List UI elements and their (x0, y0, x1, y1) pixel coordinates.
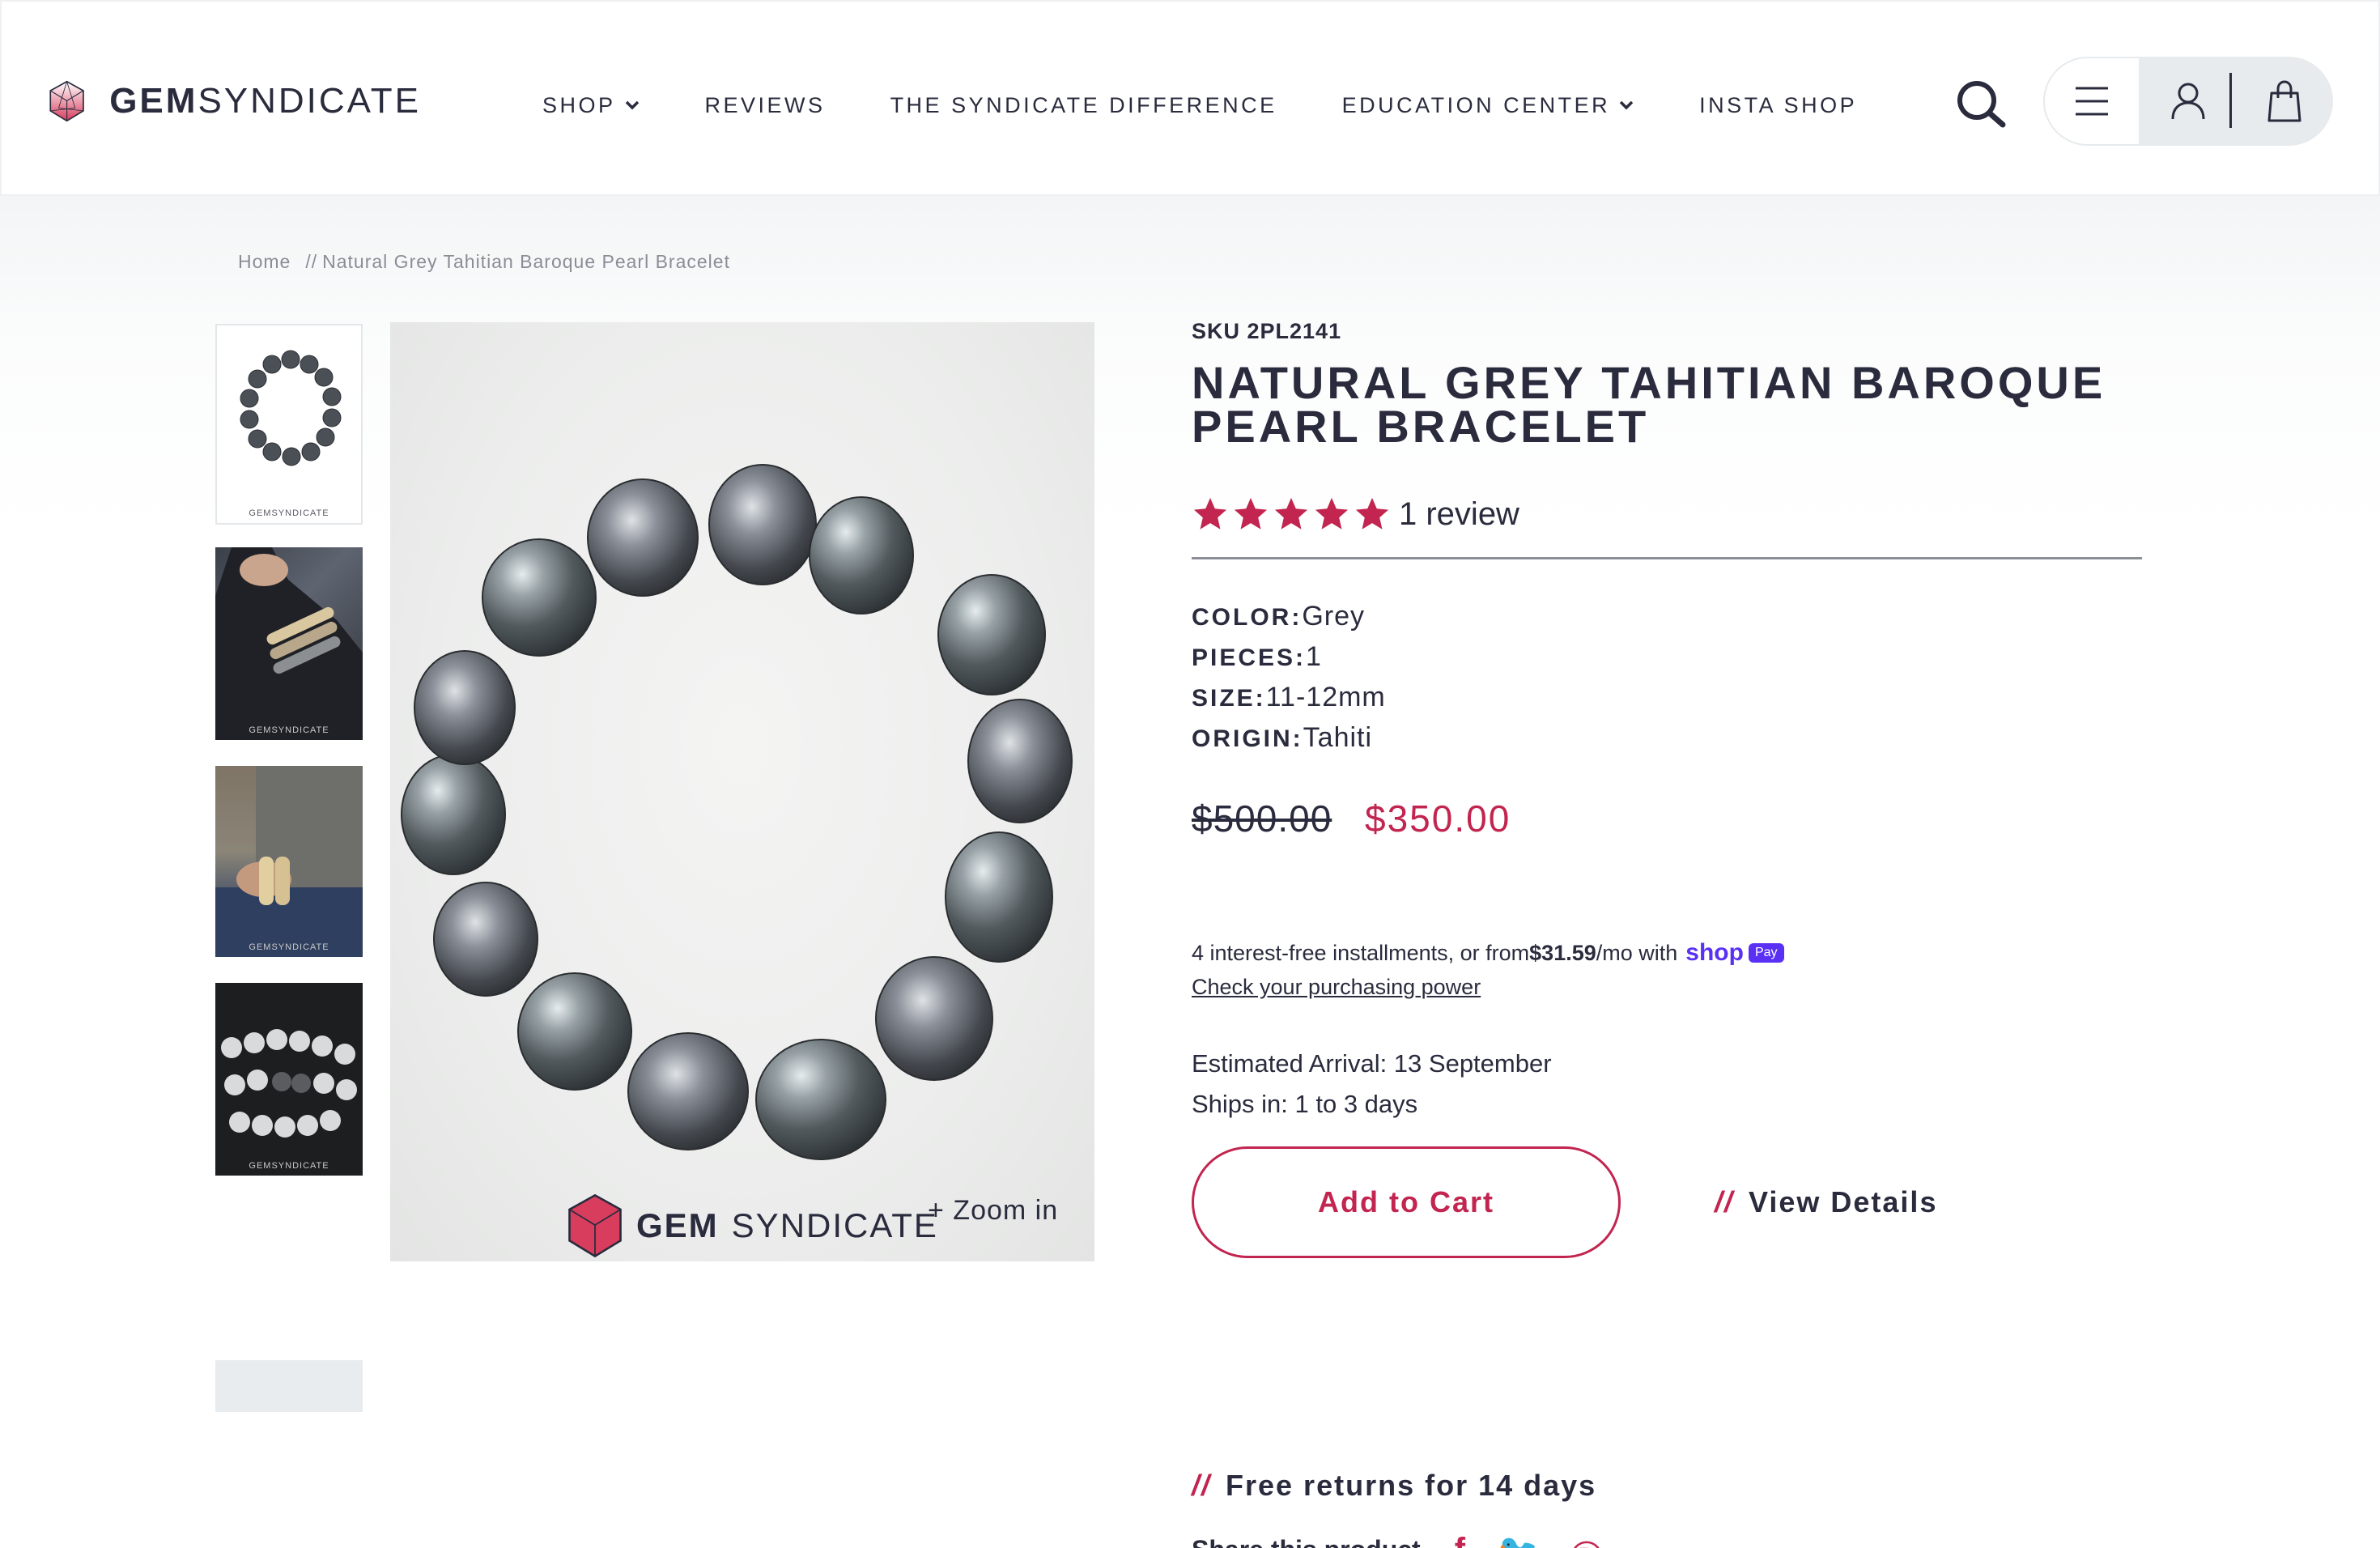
spec-color: COLOR:Grey (1192, 601, 1366, 632)
nav-education-center[interactable]: EDUCATION CENTER (1342, 93, 1635, 118)
shop-pay-badge: Pay (1748, 943, 1784, 963)
main-nav: SHOP REVIEWS THE SYNDICATE DIFFERENCE ED… (542, 86, 1922, 125)
check-purchasing-power-link[interactable]: Check your purchasing power (1192, 975, 1481, 1000)
shop-pay-logo: shop (1685, 939, 1744, 966)
pinterest-icon[interactable]: Ⓟ (1570, 1532, 1603, 1548)
thumbnail-4[interactable]: GEMSYNDICATE (215, 983, 363, 1176)
breadcrumb: Home //Natural Grey Tahitian Baroque Pear… (238, 251, 730, 273)
thumbnail-watermark: GEMSYNDICATE (249, 1161, 329, 1171)
user-icon (2171, 83, 2205, 120)
shopping-bag-icon (2267, 80, 2301, 122)
cart-button[interactable] (2236, 57, 2333, 146)
facebook-icon[interactable]: f (1455, 1532, 1465, 1548)
spec-origin: ORIGIN:Tahiti (1192, 722, 1373, 753)
star-icon (1193, 497, 1227, 529)
add-to-cart-button[interactable]: Add to Cart (1192, 1146, 1621, 1258)
breadcrumb-home[interactable]: Home (238, 251, 291, 272)
breadcrumb-current: Natural Grey Tahitian Baroque Pearl Brac… (322, 251, 730, 272)
chevron-down-icon (625, 100, 639, 110)
thumbnail-watermark: GEMSYNDICATE (249, 508, 329, 518)
chevron-down-icon (1619, 100, 1634, 110)
star-icon (1355, 497, 1389, 529)
thumbnail-watermark: GEMSYNDICATE (249, 725, 329, 735)
pearls-thumbnail (221, 1029, 357, 1138)
thumbnail-5[interactable] (215, 1360, 363, 1412)
sale-price: $350.00 (1365, 797, 1511, 840)
thumbnail-3[interactable]: GEMSYNDICATE (215, 766, 363, 957)
main-product-image[interactable]: GEM SYNDICATE (390, 322, 1094, 1261)
spec-pieces: PIECES:1 (1192, 641, 1322, 672)
twitter-icon[interactable]: 🐦 (1498, 1532, 1538, 1548)
bracelet-thumbnail-image (240, 350, 342, 466)
title-divider (1192, 557, 2142, 559)
product-rating[interactable]: 1 review (1192, 495, 1519, 533)
wrist-photo-thumbnail (215, 547, 363, 740)
spec-size: SIZE:11-12mm (1192, 682, 1386, 712)
search-icon (1957, 81, 2006, 128)
zoom-in-button[interactable]: + Zoom in (928, 1195, 1058, 1227)
nav-shop[interactable]: SHOP (542, 93, 640, 118)
star-icon (1315, 497, 1349, 529)
nav-syndicate-difference[interactable]: THE SYNDICATE DIFFERENCE (890, 93, 1277, 118)
gem-logo-icon (49, 80, 84, 122)
account-button[interactable] (2140, 57, 2236, 146)
estimated-arrival: Estimated Arrival: 13 September (1192, 1049, 1552, 1078)
original-price: $500.00 (1192, 797, 1332, 840)
product-sku: SKU 2PL2141 (1192, 319, 1342, 343)
menu-icon (2076, 87, 2108, 116)
view-details-link[interactable]: //View Details (1715, 1185, 1937, 1219)
gem-logo-icon (568, 1193, 622, 1258)
search-button[interactable] (1954, 78, 2008, 131)
breadcrumb-separator: // (305, 251, 318, 272)
review-count[interactable]: 1 review (1399, 496, 1519, 533)
menu-button[interactable] (2043, 57, 2140, 146)
thumbnail-1[interactable]: GEMSYNDICATE (215, 324, 363, 525)
site-header: GEMSYNDICATE SHOP REVIEWS THE SYNDICATE … (0, 0, 2380, 196)
header-actions (2043, 57, 2333, 146)
wrist-photo-thumbnail (215, 766, 363, 957)
thumbnail-watermark: GEMSYNDICATE (249, 942, 329, 952)
free-returns: //Free returns for 14 days (1192, 1469, 1597, 1502)
header-divider (2229, 73, 2232, 128)
image-watermark: GEM SYNDICATE (567, 1193, 938, 1258)
star-icon (1274, 497, 1308, 529)
logo-wordmark: GEMSYNDICATE (109, 81, 421, 121)
thumbnail-2[interactable]: GEMSYNDICATE (215, 547, 363, 740)
ships-in: Ships in: 1 to 3 days (1192, 1090, 1418, 1118)
nav-reviews[interactable]: REVIEWS (705, 93, 826, 118)
star-rating (1192, 495, 1394, 533)
nav-insta-shop[interactable]: INSTA SHOP (1699, 93, 1857, 118)
product-title: NATURAL GREY TAHITIAN BAROQUE PEARL BRAC… (1192, 357, 2106, 452)
share-row: Share this product f 🐦 Ⓟ (1192, 1532, 1635, 1548)
installments-info: 4 interest-free installments, or from $3… (1192, 939, 1784, 967)
star-icon (1234, 497, 1268, 529)
site-logo[interactable]: GEMSYNDICATE (49, 63, 421, 139)
pearl-bracelet-image (401, 464, 1073, 1160)
